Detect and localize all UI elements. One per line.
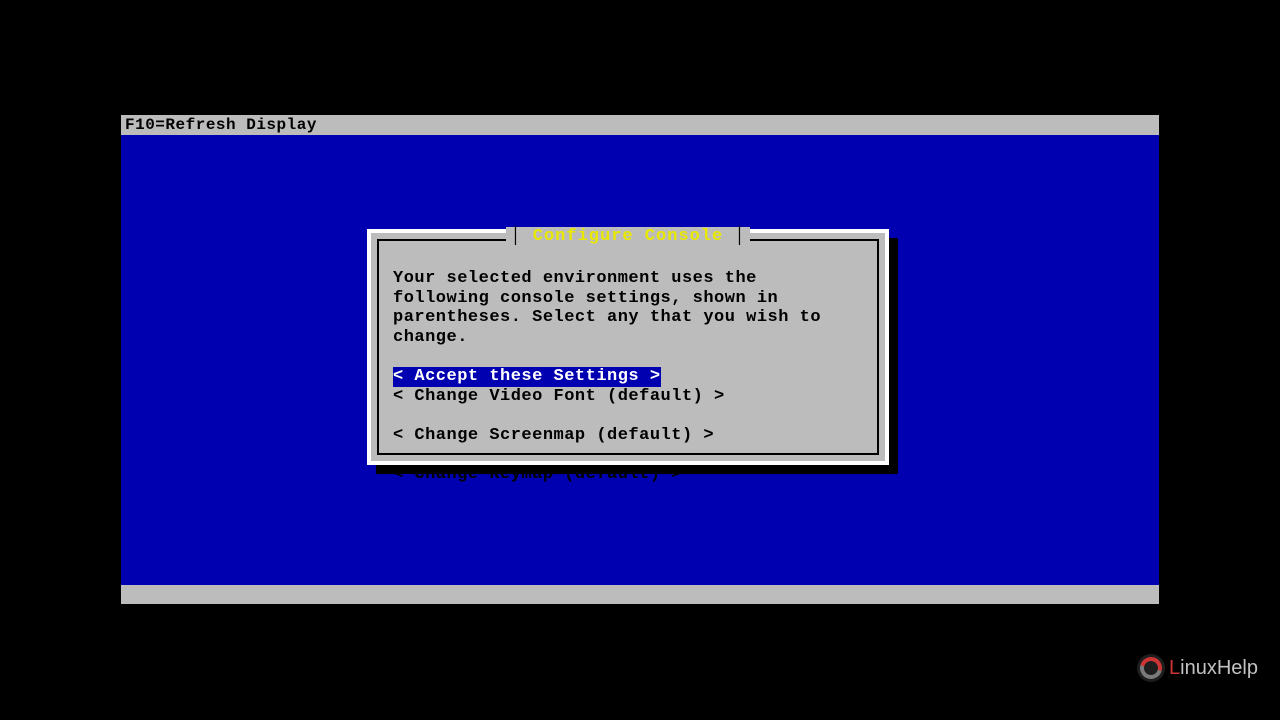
dialog-description: Your selected environment uses the follo… — [393, 269, 863, 347]
console-screen: F10=Refresh Display Configure Console Yo… — [121, 115, 1159, 604]
bottom-bar — [121, 585, 1159, 604]
status-bar: F10=Refresh Display — [121, 115, 1159, 135]
option-change-video-font[interactable]: < Change Video Font (default) > — [393, 387, 863, 407]
option-accept-settings[interactable]: < Accept these Settings > — [393, 367, 661, 387]
linuxhelp-icon — [1137, 654, 1165, 682]
linuxhelp-watermark: LinuxHelp — [1137, 654, 1258, 682]
desktop-area: Configure Console Your selected environm… — [121, 135, 1159, 585]
dialog-title: Configure Console — [506, 227, 749, 246]
option-change-screenmap[interactable]: < Change Screenmap (default) > — [393, 426, 863, 446]
configure-console-dialog: Configure Console Your selected environm… — [367, 229, 889, 465]
dialog-title-wrap: Configure Console — [379, 227, 877, 246]
linuxhelp-text: LinuxHelp — [1169, 657, 1258, 680]
dialog-content: Your selected environment uses the follo… — [393, 269, 863, 484]
dialog-frame: Configure Console Your selected environm… — [377, 239, 879, 455]
dialog-options: < Accept these Settings > < Change Video… — [393, 367, 863, 484]
option-change-keymap[interactable]: < Change Keymap (default) > — [393, 465, 863, 485]
